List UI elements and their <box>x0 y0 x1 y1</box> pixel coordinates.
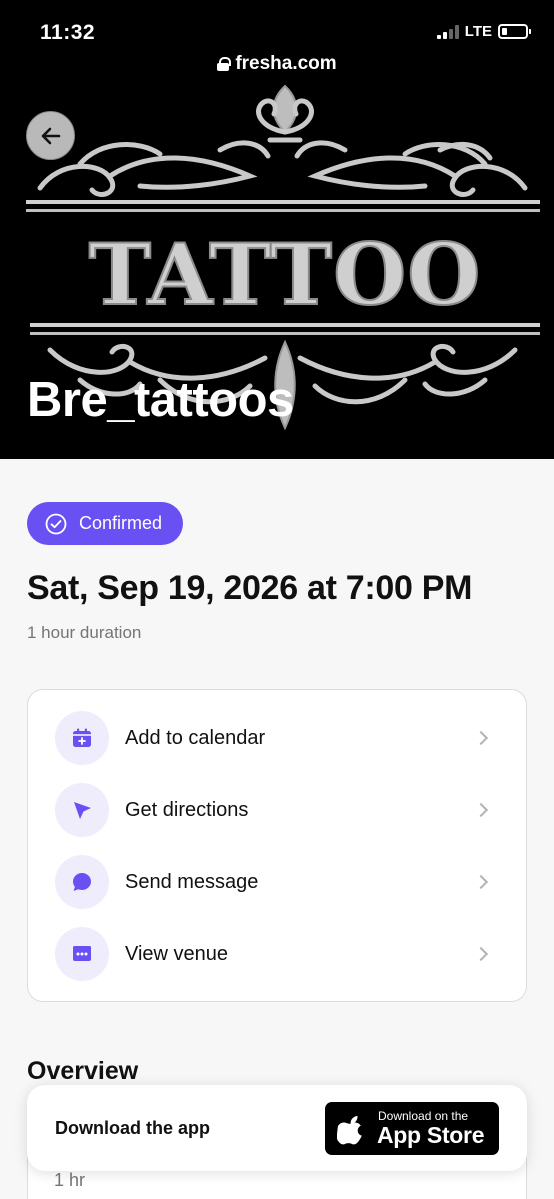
venue-name: Bre_tattoos <box>27 373 294 427</box>
status-time: 11:32 <box>40 21 96 44</box>
network-type: LTE <box>464 23 492 40</box>
app-store-title: App Store <box>377 1122 485 1148</box>
app-store-caption: Download on the <box>378 1109 469 1123</box>
chevron-right-icon <box>473 874 489 890</box>
status-bar: 11:32 LTE <box>0 0 554 60</box>
download-app-text: Download the app <box>55 1118 210 1138</box>
view-venue-row[interactable]: View venue <box>28 918 526 990</box>
chevron-right-icon <box>473 730 489 746</box>
apple-logo-icon <box>337 1116 362 1145</box>
arrow-left-icon <box>41 127 60 144</box>
appointment-datetime: Sat, Sep 19, 2026 at 7:00 PM <box>27 569 473 607</box>
logo-text: TATTOO <box>89 225 482 324</box>
add-to-calendar-row[interactable]: Add to calendar <box>28 702 526 774</box>
get-directions-row[interactable]: Get directions <box>28 774 526 846</box>
browser-address-bar[interactable]: fresha.com <box>0 53 554 75</box>
action-label: Get directions <box>125 798 249 821</box>
status-indicators: LTE <box>436 23 531 40</box>
check-circle-icon <box>45 513 67 534</box>
chevron-right-icon <box>473 946 489 962</box>
action-label: Add to calendar <box>125 726 266 749</box>
actions-card: Add to calendar Get directions Send mess… <box>27 689 527 1002</box>
status-badge: Confirmed <box>27 502 184 545</box>
storefront-icon <box>55 927 109 981</box>
calendar-icon <box>55 711 109 765</box>
signal-icon <box>436 24 459 39</box>
action-label: View venue <box>125 942 229 965</box>
overview-heading: Overview <box>27 1057 139 1085</box>
action-label: Send message <box>125 870 259 893</box>
chat-bubble-icon <box>55 855 109 909</box>
navigation-arrow-icon <box>55 783 109 837</box>
battery-icon <box>498 24 531 39</box>
appointment-duration: 1 hour duration <box>27 623 142 642</box>
service-duration: 1 hr <box>54 1170 86 1190</box>
status-label: Confirmed <box>79 513 163 533</box>
send-message-row[interactable]: Send message <box>28 846 526 918</box>
url-text: fresha.com <box>235 53 337 74</box>
back-button[interactable] <box>26 111 75 160</box>
venue-hero: TATTOO 11:32 LTE fresha.com Bre_tattoos <box>0 0 554 459</box>
lock-icon <box>217 57 232 71</box>
chevron-right-icon <box>473 802 489 818</box>
download-app-banner: Download the app Download on the App Sto… <box>27 1085 527 1171</box>
app-store-button[interactable]: Download on the App Store <box>325 1102 499 1155</box>
